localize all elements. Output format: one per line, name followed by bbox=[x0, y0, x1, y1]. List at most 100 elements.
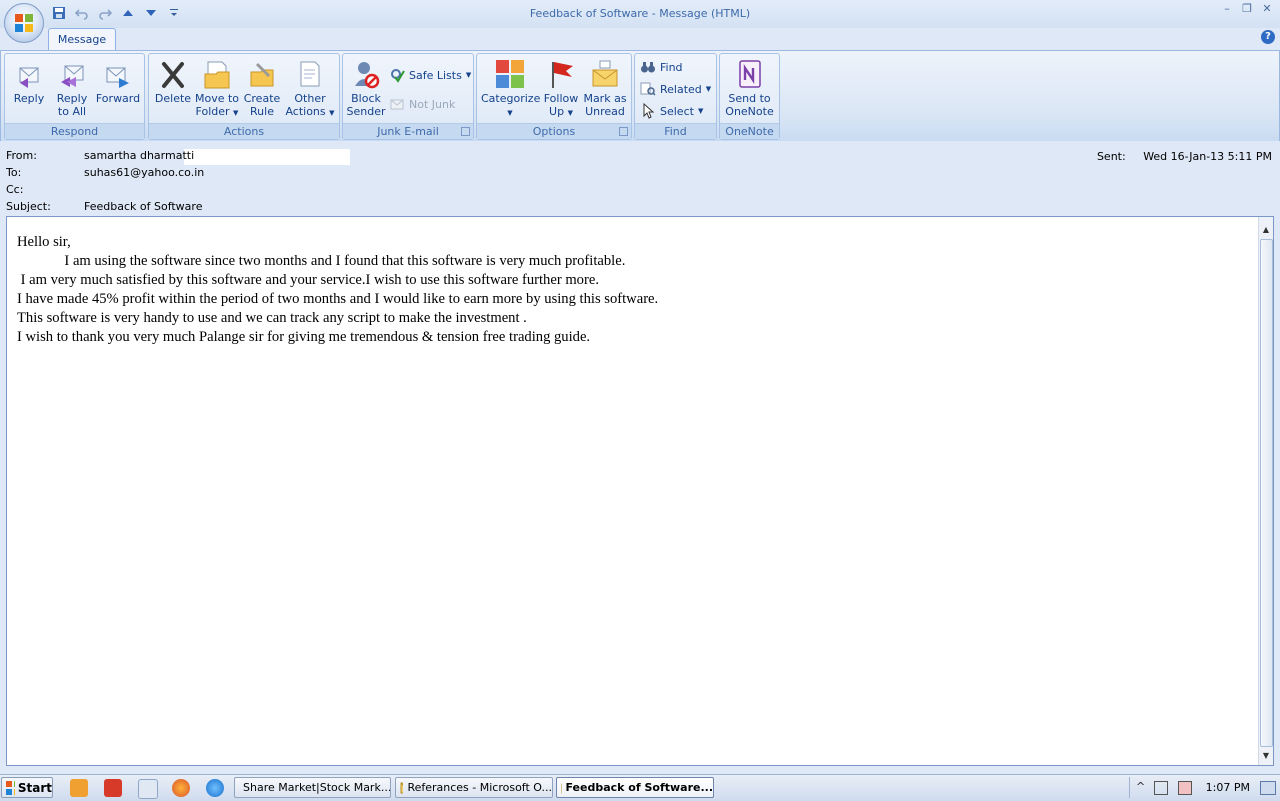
vertical-scrollbar[interactable]: ▲ ▼ bbox=[1258, 217, 1273, 765]
window-title: Feedback of Software - Message (HTML) bbox=[0, 7, 1280, 20]
sent-info: Sent: Wed 16-Jan-13 5:11 PM bbox=[1097, 150, 1272, 163]
chevron-down-icon: ▼ bbox=[329, 109, 334, 117]
other-actions-button[interactable]: Other Actions ▼ bbox=[284, 58, 336, 120]
scrollbar-thumb[interactable] bbox=[1260, 239, 1273, 747]
outlook-icon bbox=[400, 781, 403, 795]
taskbar-item-referances[interactable]: Referances - Microsoft O... bbox=[395, 777, 553, 798]
group-options: Categorize ▼ Follow Up ▼ Mark as Unread … bbox=[476, 53, 632, 140]
other-actions-icon bbox=[295, 58, 325, 90]
not-junk-icon bbox=[389, 96, 405, 112]
reply-all-icon bbox=[57, 58, 87, 90]
body-line: I have made 45% profit within the period… bbox=[17, 290, 1237, 309]
chevron-down-icon: ▼ bbox=[568, 109, 573, 117]
create-rule-icon bbox=[247, 58, 277, 90]
filezilla-icon[interactable] bbox=[104, 779, 122, 797]
tab-message[interactable]: Message bbox=[48, 28, 116, 51]
office-logo-icon bbox=[14, 13, 34, 33]
maximize-icon[interactable]: ❐ bbox=[1240, 2, 1254, 16]
select-button[interactable]: Select ▼ bbox=[640, 102, 703, 120]
group-actions-label: Actions bbox=[149, 123, 339, 139]
binoculars-icon bbox=[640, 59, 656, 75]
delete-icon bbox=[158, 58, 188, 90]
subject-value: Feedback of Software bbox=[84, 200, 202, 213]
cc-label: Cc: bbox=[6, 183, 76, 196]
notepad-icon[interactable] bbox=[138, 779, 158, 799]
move-to-folder-icon bbox=[202, 58, 232, 90]
reply-all-button[interactable]: Reply to All bbox=[52, 58, 92, 118]
scroll-up-icon[interactable]: ▲ bbox=[1261, 225, 1271, 235]
group-respond: Reply Reply to All Forward Respond bbox=[4, 53, 145, 140]
send-to-onenote-button[interactable]: Send to OneNote bbox=[722, 58, 777, 118]
help-icon[interactable]: ? bbox=[1261, 30, 1275, 44]
media-player-icon[interactable] bbox=[70, 779, 88, 797]
taskbar-item-feedback[interactable]: Feedback of Software... bbox=[556, 777, 714, 798]
mark-unread-icon bbox=[590, 58, 620, 90]
scroll-down-icon[interactable]: ▼ bbox=[1261, 751, 1271, 761]
delete-button[interactable]: Delete bbox=[154, 58, 192, 105]
chevron-down-icon: ▼ bbox=[706, 85, 711, 93]
forward-icon bbox=[103, 58, 133, 90]
body-line: Hello sir, bbox=[17, 233, 1237, 252]
cursor-icon bbox=[640, 103, 656, 119]
red-flag-icon bbox=[546, 58, 576, 90]
minimize-icon[interactable]: – bbox=[1220, 2, 1234, 16]
create-rule-button[interactable]: Create Rule bbox=[242, 58, 282, 118]
group-find: Find Related ▼ Select ▼ Find bbox=[634, 53, 717, 140]
categorize-icon bbox=[495, 58, 525, 90]
clock[interactable]: 1:07 PM bbox=[1206, 781, 1250, 794]
office-button[interactable] bbox=[4, 3, 44, 43]
internet-explorer-icon[interactable] bbox=[206, 779, 224, 797]
body-line: I am very much satisfied by this softwar… bbox=[17, 271, 1237, 290]
to-label: To: bbox=[6, 166, 76, 179]
show-hidden-icons-icon[interactable]: ^ bbox=[1136, 780, 1145, 793]
chevron-down-icon: ▼ bbox=[507, 109, 512, 117]
block-sender-button[interactable]: Block Sender bbox=[345, 58, 387, 118]
block-sender-icon bbox=[351, 58, 381, 90]
taskbar-item-share-market[interactable]: Share Market|Stock Mark... bbox=[234, 777, 391, 798]
chevron-down-icon: ▼ bbox=[233, 109, 238, 117]
dialog-launcher-icon[interactable] bbox=[619, 127, 628, 136]
related-icon bbox=[640, 81, 656, 97]
message-body[interactable]: Hello sir, I am using the software since… bbox=[6, 216, 1274, 766]
from-value[interactable]: samartha dharmatti bbox=[84, 149, 194, 162]
body-line: I am using the software since two months… bbox=[17, 252, 1237, 271]
sent-label: Sent: bbox=[1097, 150, 1126, 163]
move-to-folder-button[interactable]: Move to Folder ▼ bbox=[194, 58, 240, 120]
group-junk-email-label: Junk E-mail bbox=[343, 123, 473, 139]
forward-button[interactable]: Forward bbox=[94, 58, 142, 105]
firefox-icon[interactable] bbox=[172, 779, 190, 797]
close-icon[interactable]: ✕ bbox=[1260, 2, 1274, 16]
message-header: From: samartha dharmatti To: suhas61@yah… bbox=[0, 141, 1280, 215]
not-junk-button[interactable]: Not Junk bbox=[389, 95, 455, 113]
mark-as-unread-button[interactable]: Mark as Unread bbox=[582, 58, 628, 118]
group-onenote: Send to OneNote OneNote bbox=[719, 53, 780, 140]
windows-logo-icon bbox=[5, 780, 15, 796]
to-value[interactable]: suhas61@yahoo.co.in bbox=[84, 166, 204, 179]
group-onenote-label: OneNote bbox=[720, 123, 779, 139]
onenote-icon bbox=[735, 58, 765, 90]
sent-value: Wed 16-Jan-13 5:11 PM bbox=[1143, 150, 1272, 163]
body-line: This software is very handy to use and w… bbox=[17, 309, 1237, 328]
body-line: I wish to thank you very much Palange si… bbox=[17, 328, 1237, 347]
find-button[interactable]: Find bbox=[640, 58, 683, 76]
group-find-label: Find bbox=[635, 123, 716, 139]
categorize-button[interactable]: Categorize ▼ bbox=[481, 58, 539, 120]
device-error-icon[interactable] bbox=[1178, 781, 1192, 795]
subject-label: Subject: bbox=[6, 200, 76, 213]
reply-button[interactable]: Reply bbox=[11, 58, 47, 105]
start-button[interactable]: Start bbox=[1, 777, 53, 798]
reply-icon bbox=[14, 58, 44, 90]
chevron-down-icon: ▼ bbox=[698, 107, 703, 115]
message-text: Hello sir, I am using the software since… bbox=[17, 233, 1237, 347]
system-tray: ^ 1:07 PM bbox=[1129, 777, 1280, 798]
group-actions: Delete Move to Folder ▼ Create Rule O bbox=[148, 53, 340, 140]
network-icon[interactable] bbox=[1154, 781, 1168, 795]
from-highlight bbox=[184, 149, 350, 165]
ribbon: Reply Reply to All Forward Respond bbox=[0, 50, 1280, 142]
safe-lists-button[interactable]: Safe Lists ▼ bbox=[389, 66, 471, 84]
dialog-launcher-icon[interactable] bbox=[461, 127, 470, 136]
related-button[interactable]: Related ▼ bbox=[640, 80, 711, 98]
show-desktop-icon[interactable] bbox=[1260, 781, 1276, 795]
follow-up-button[interactable]: Follow Up ▼ bbox=[541, 58, 581, 120]
from-label: From: bbox=[6, 149, 76, 162]
